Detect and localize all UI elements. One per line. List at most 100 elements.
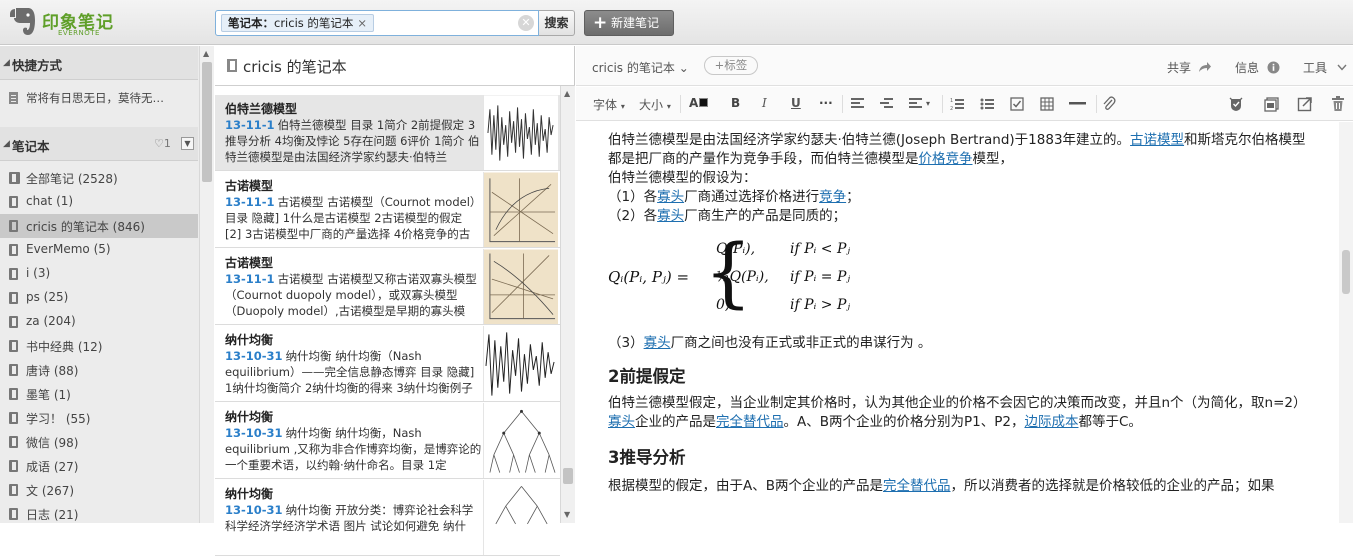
sidebar-item-notebook[interactable]: 学习！ (55) xyxy=(0,406,198,430)
note-thumbnail xyxy=(483,326,558,401)
collapse-icon[interactable]: ◢ xyxy=(3,139,10,149)
chevron-down-icon: ▾ xyxy=(666,102,671,111)
tools-button[interactable]: 工具 xyxy=(1303,59,1347,76)
notebook-selector[interactable]: cricis 的笔记本 ⌄ xyxy=(592,59,689,76)
sidebar-item-notebook-selected[interactable]: cricis 的笔记本 (846) xyxy=(0,214,198,238)
note-list-scrollbar[interactable]: ▲ ▼ xyxy=(560,86,575,523)
delete-trash-icon[interactable] xyxy=(1331,96,1345,112)
notebook-icon xyxy=(9,484,18,496)
notebook-selector-label: cricis 的笔记本 xyxy=(592,61,675,75)
alignment-dropdown-icon[interactable] xyxy=(909,98,922,109)
numbered-list-icon[interactable]: 12 xyxy=(950,97,964,111)
note-card[interactable]: 古诺模型 13-11-1 古诺模型 古诺模型又称古诺双寡头模型（Cournot d… xyxy=(215,249,560,325)
reminder-icon[interactable] xyxy=(1228,96,1244,112)
notebook-icon xyxy=(9,412,18,424)
link-oligopoly[interactable]: 寡头 xyxy=(657,189,684,205)
clear-search-icon[interactable]: ✕ xyxy=(518,15,534,31)
sidebar-item-notebook[interactable]: 日志 (21) xyxy=(0,502,198,526)
link-marginal-cost[interactable]: 边际成本 xyxy=(1024,414,1078,430)
scrollbar-thumb[interactable] xyxy=(202,62,212,182)
sidebar-item-notebook[interactable]: 成语 (27) xyxy=(0,454,198,478)
add-tag-button[interactable]: +标签 xyxy=(704,56,758,75)
sidebar-item-label: 墨笔 (1) xyxy=(26,388,71,402)
note-card[interactable]: 古诺模型 13-11-1 古诺模型 古诺模型（Cournot model）目录 隐… xyxy=(215,172,560,248)
note-card-selected[interactable]: 伯特兰德模型 13-11-1 伯特兰德模型 目录 1简介 2前提假定 3推导分析 … xyxy=(215,95,560,171)
new-note-button[interactable]: + 新建笔记 xyxy=(584,10,674,36)
link-perfect-substitute[interactable]: 完全替代品 xyxy=(883,478,951,494)
list-item: （3）寡头厂商之间也没有正式或非正式的串谋行为 。 xyxy=(608,334,1313,353)
sidebar-item-notebook[interactable]: 唐诗 (88) xyxy=(0,358,198,382)
presentation-icon[interactable] xyxy=(1264,96,1280,112)
notebooks-header[interactable]: ◢ 笔记本 ♡1 ▼ xyxy=(0,127,198,161)
plus-icon: + xyxy=(593,13,608,33)
scrollbar-thumb[interactable] xyxy=(563,468,573,484)
link-cournot-model[interactable]: 古诺模型 xyxy=(1130,132,1184,148)
sidebar-item-notebook[interactable]: 墨笔 (1) xyxy=(0,382,198,406)
notebook-icon xyxy=(9,292,18,304)
sidebar-item-notebook[interactable]: EverMemo (5) xyxy=(0,238,198,262)
table-icon[interactable] xyxy=(1040,97,1054,111)
size-dropdown[interactable]: 大小 ▾ xyxy=(639,96,671,113)
remove-tag-icon[interactable]: × xyxy=(357,16,367,30)
italic-button[interactable]: I xyxy=(762,96,767,110)
indent-icon[interactable] xyxy=(880,98,893,109)
note-body[interactable]: 伯特兰德模型是由法国经济学家约瑟夫·伯特兰德(Joseph Bertrand)于… xyxy=(608,131,1313,496)
sidebar-item-notebook[interactable]: chat (1) xyxy=(0,190,198,214)
sidebar-item-all-notes[interactable]: 全部笔记 (2528) xyxy=(0,166,198,190)
share-button[interactable]: 共享 xyxy=(1167,59,1212,76)
notebook-icon xyxy=(9,316,18,328)
sidebar-item-notebook[interactable]: 书中经典 (12) xyxy=(0,334,198,358)
link-oligopoly[interactable]: 寡头 xyxy=(608,414,635,430)
shortcuts-header[interactable]: ◢ 快捷方式 xyxy=(0,46,198,80)
scroll-down-icon[interactable]: ▼ xyxy=(564,510,570,519)
link-competition[interactable]: 竞争 xyxy=(819,189,846,205)
sidebar-item-notebook[interactable]: 文 (267) xyxy=(0,478,198,502)
search-notebook-tag[interactable]: 笔记本：cricis 的笔记本 × xyxy=(221,14,375,32)
notebook-share-count[interactable]: ♡1 xyxy=(154,137,171,150)
sidebar-item-notebook[interactable]: za (204) xyxy=(0,310,198,334)
scroll-up-icon[interactable]: ▲ xyxy=(203,49,209,58)
shortcuts-title: 快捷方式 xyxy=(12,58,63,73)
sidebar-scrollbar[interactable]: ▲ xyxy=(199,46,214,523)
bullet-list-icon[interactable] xyxy=(980,97,994,111)
note-thumbnail xyxy=(483,480,558,555)
checkbox-icon[interactable] xyxy=(1010,97,1024,111)
search-button[interactable]: 搜索 xyxy=(539,10,575,36)
formula-case-condition: if Pᵢ = Pⱼ xyxy=(790,269,851,285)
shortcut-item[interactable]: 常将有日思无日，莫待无… xyxy=(0,86,198,110)
note-snippet: 13-10-31 纳什均衡 纳什均衡（Nash equilibrium）——完全信… xyxy=(225,348,482,399)
notebook-icon xyxy=(9,436,18,448)
info-button[interactable]: 信息 xyxy=(1235,59,1280,76)
search-input[interactable]: 笔记本：cricis 的笔记本 × ✕ xyxy=(215,10,539,36)
chevron-down-icon[interactable]: ▾ xyxy=(926,99,930,108)
horizontal-rule-icon[interactable] xyxy=(1069,102,1086,106)
sidebar-item-notebook[interactable]: i (3) xyxy=(0,262,198,286)
note-content-area[interactable]: 伯特兰德模型是由法国经济学家约瑟夫·伯特兰德(Joseph Bertrand)于… xyxy=(576,122,1353,523)
notebook-menu-icon[interactable]: ▼ xyxy=(181,137,194,150)
bold-button[interactable]: B xyxy=(731,96,740,110)
sidebar-item-notebook[interactable]: ps (25) xyxy=(0,286,198,310)
sidebar-item-label: cricis 的笔记本 (846) xyxy=(26,220,145,234)
note-card[interactable]: 纳什均衡 13-10-31 纳什均衡 纳什均衡，Nash equilibrium … xyxy=(215,403,560,479)
note-card[interactable]: 纳什均衡 13-10-31 纳什均衡 纳什均衡（Nash equilibrium）… xyxy=(215,326,560,402)
font-dropdown[interactable]: 字体 ▾ xyxy=(593,96,625,113)
scrollbar-thumb[interactable] xyxy=(1342,250,1350,294)
expand-window-icon[interactable] xyxy=(1297,96,1313,112)
text-run: 都等于C。 xyxy=(1078,414,1142,430)
link-price-competition[interactable]: 价格竞争 xyxy=(919,151,973,167)
underline-button[interactable]: U xyxy=(791,96,801,110)
sidebar-item-notebook[interactable]: 微信 (98) xyxy=(0,430,198,454)
more-format-button[interactable]: ··· xyxy=(819,96,833,110)
align-left-icon[interactable] xyxy=(851,98,864,109)
scroll-up-icon[interactable]: ▲ xyxy=(564,89,570,98)
text-color-button[interactable]: A xyxy=(689,96,709,110)
sidebar-item-label: chat (1) xyxy=(26,194,74,208)
link-oligopoly[interactable]: 寡头 xyxy=(644,335,671,351)
collapse-icon[interactable]: ◢ xyxy=(3,58,10,68)
app-logo[interactable]: 印象笔记 EVERNOTE xyxy=(6,5,206,39)
link-oligopoly[interactable]: 寡头 xyxy=(657,208,684,224)
attachment-icon[interactable] xyxy=(1102,96,1116,112)
editor-scrollbar[interactable] xyxy=(1339,122,1353,523)
link-perfect-substitute[interactable]: 完全替代品 xyxy=(716,414,784,430)
note-card[interactable]: 纳什均衡 13-10-31 纳什均衡 开放分类：博弈论社会科学 科学经济学经济学术… xyxy=(215,480,560,556)
